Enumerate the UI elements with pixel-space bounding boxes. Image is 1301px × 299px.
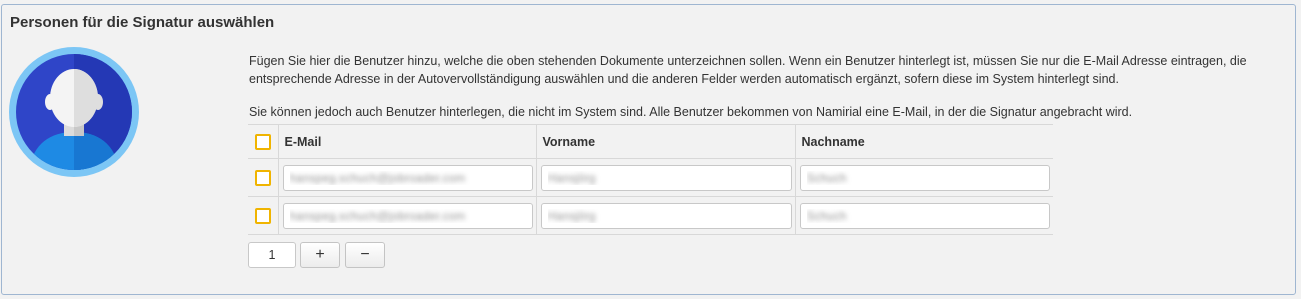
nachname-cell	[794, 158, 1053, 197]
persons-table: E-Mail Vorname Nachname	[248, 124, 1053, 235]
select-all-checkbox[interactable]	[254, 133, 271, 150]
table-row	[248, 196, 1053, 235]
row-checkbox-cell	[248, 158, 278, 197]
nachname-cell	[794, 196, 1053, 235]
select-all-cell	[248, 124, 278, 159]
table-row	[248, 158, 1053, 197]
panel-title: Personen für die Signatur auswählen	[10, 14, 275, 31]
vorname-cell	[535, 158, 795, 197]
row-count-field[interactable]: 1	[248, 242, 296, 268]
remove-row-button[interactable]: −	[345, 242, 385, 268]
header-email: E-Mail	[277, 124, 536, 159]
vorname-field[interactable]	[540, 202, 792, 229]
user-avatar-icon	[9, 47, 139, 177]
nachname-field[interactable]	[799, 164, 1050, 191]
row-checkbox[interactable]	[254, 207, 271, 224]
header-vorname: Vorname	[535, 124, 795, 159]
email-field[interactable]	[282, 164, 533, 191]
nachname-field[interactable]	[799, 202, 1050, 229]
row-checkbox[interactable]	[254, 169, 271, 186]
header-nachname: Nachname	[794, 124, 1053, 159]
table-header-row: E-Mail Vorname Nachname	[248, 124, 1053, 159]
row-checkbox-cell	[248, 196, 278, 235]
intro-paragraph-2: Sie können jedoch auch Benutzer hinterle…	[249, 105, 1133, 119]
email-cell	[277, 158, 536, 197]
email-cell	[277, 196, 536, 235]
email-field[interactable]	[282, 202, 533, 229]
vorname-field[interactable]	[540, 164, 792, 191]
intro-paragraph-1: Fügen Sie hier die Benutzer hinzu, welch…	[249, 54, 1247, 86]
vorname-cell	[535, 196, 795, 235]
add-row-button[interactable]: +	[300, 242, 340, 268]
